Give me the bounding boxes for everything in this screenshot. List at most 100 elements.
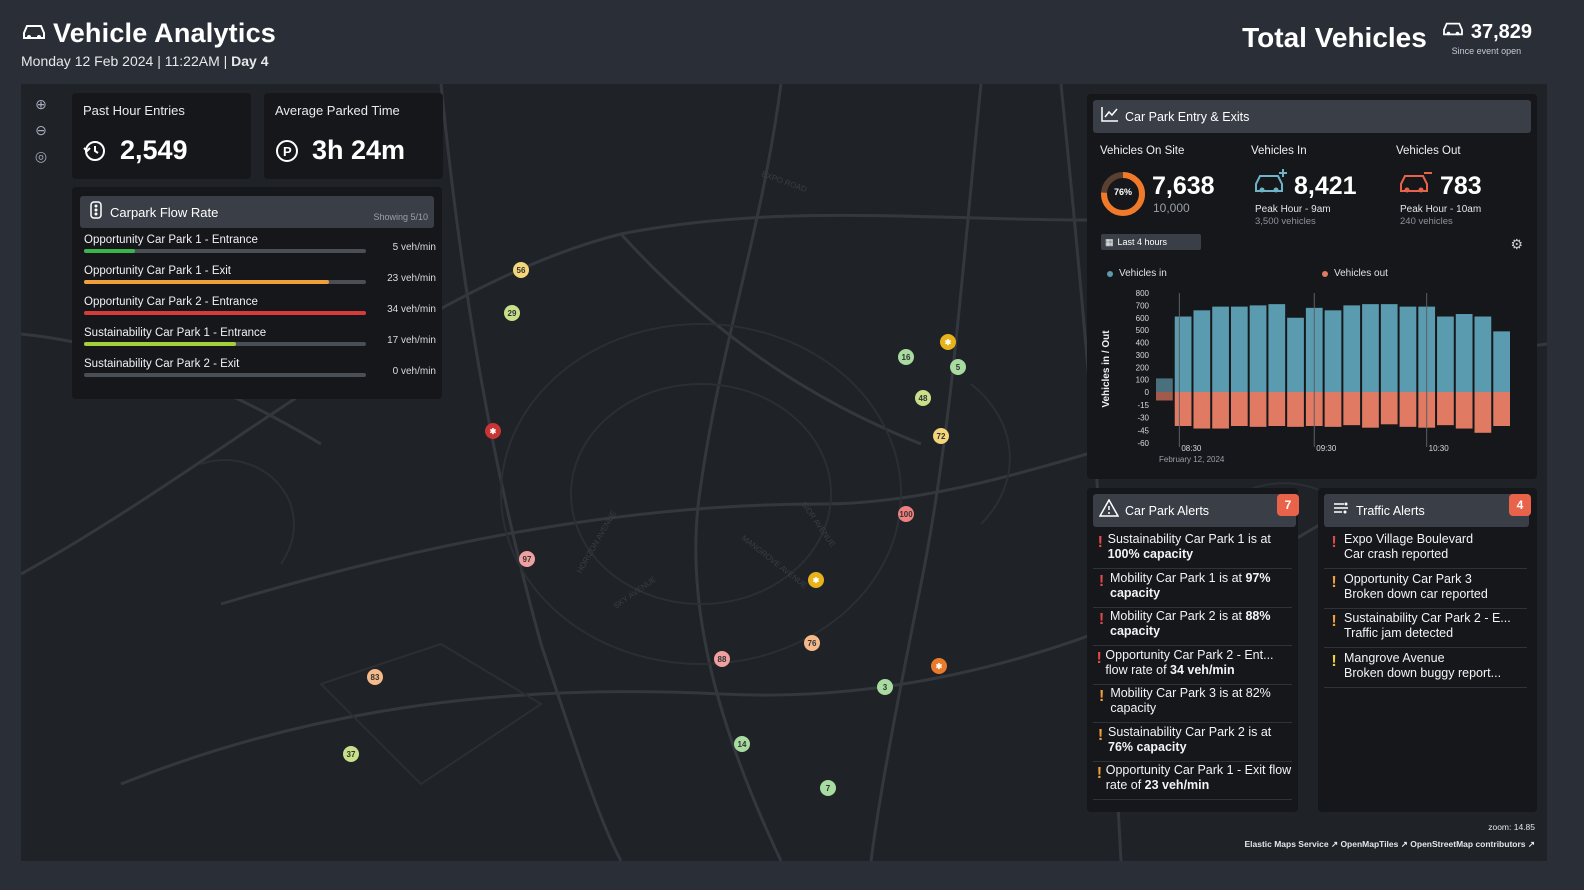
bar-vehicles-in (1493, 331, 1510, 392)
y-tick-label: -15 (1137, 401, 1149, 410)
carpark-flow-panel: Carpark Flow Rate Showing 5/10 Opportuni… (72, 187, 442, 399)
external-link-icon: ↗ (1400, 839, 1408, 849)
flow-row: Sustainability Car Park 1 - Entrance 17 v… (84, 327, 436, 346)
parking-icon: P (274, 139, 300, 168)
alert-text: Expo Village Boulevard Car crash reported (1344, 532, 1474, 561)
x-tick-label: 09:30 (1316, 444, 1337, 453)
bar-vehicles-in (1343, 305, 1361, 392)
y-tick-label: 800 (1136, 289, 1150, 298)
alert-exclamation-icon: ! (1331, 613, 1337, 630)
bar-vehicles-out (1343, 392, 1361, 426)
car-park-marker[interactable]: 56 (513, 262, 529, 278)
y-tick-label: 200 (1136, 363, 1150, 372)
map-attribution: Elastic Maps Service ↗ OpenMapTiles ↗ Op… (1244, 839, 1535, 850)
car-park-alert-item[interactable]: ! Sustainability Car Park 2 is at 76% cap… (1093, 725, 1292, 762)
bar-vehicles-out (1174, 392, 1192, 426)
traffic-light-icon (90, 200, 102, 224)
alert-exclamation-icon: ! (1331, 534, 1337, 551)
crash-marker-icon[interactable]: ✱ (485, 423, 501, 439)
map[interactable]: EXPO ROAD SIDR AVENUE HORIZON AVENUE SKY… (21, 84, 1547, 861)
alert-text: Opportunity Car Park 2 - Ent... flow rat… (1105, 647, 1274, 677)
legend-dot (1107, 270, 1113, 277)
traffic-alert-item[interactable]: ! Mangrove Avenue Broken down buggy report… (1324, 651, 1527, 688)
vehicles-out-value: 783 (1440, 172, 1482, 200)
map-zoom-controls: ⊕ ⊖ ◎ (33, 96, 49, 164)
bar-vehicles-out (1399, 392, 1417, 427)
traffic-alert-item[interactable]: ! Opportunity Car Park 3 Broken down car r… (1324, 572, 1527, 609)
bar-vehicles-in (1249, 305, 1267, 392)
traffic-marker-icon[interactable]: ✱ (931, 658, 947, 674)
zoom-readout: zoom: 14.85 (1488, 822, 1535, 832)
zoom-in-icon[interactable]: ⊕ (33, 96, 49, 112)
attribution-link[interactable]: Elastic Maps Service (1244, 839, 1328, 849)
traffic-alert-item[interactable]: ! Sustainability Car Park 2 - E... Traffic… (1324, 611, 1527, 648)
total-vehicles-box: 37,829 Since event open (1441, 20, 1532, 56)
bar-vehicles-out (1324, 392, 1342, 427)
car-park-alert-item[interactable]: ! Mobility Car Park 2 is at 88% capacity (1093, 609, 1292, 646)
y-tick-label: 700 (1136, 301, 1150, 310)
car-park-marker[interactable]: 29 (504, 305, 520, 321)
flow-row-rate: 5 veh/min (392, 242, 436, 253)
car-park-marker[interactable]: 7 (820, 780, 836, 796)
car-park-alerts-header: Car Park Alerts (1093, 494, 1296, 527)
car-park-marker[interactable]: 88 (714, 651, 730, 667)
on-site-pct: 76% (1113, 187, 1132, 197)
alert-text: Sustainability Car Park 1 is at 100% cap… (1107, 532, 1271, 561)
traffic-marker-icon[interactable]: ✱ (940, 334, 956, 350)
total-vehicles-value: 37,829 (1470, 20, 1532, 43)
car-park-marker[interactable]: 37 (343, 746, 359, 762)
attribution-link[interactable]: OpenStreetMap contributors (1410, 839, 1525, 849)
alert-text: Mobility Car Park 1 is at 97% capacity (1110, 570, 1271, 600)
alert-text: Opportunity Car Park 3 Broken down car re… (1344, 571, 1488, 601)
entry-exit-chart: 800 700 600 500 400 300 200 100 0 -15 -30 -45 -60 Veh… (1101, 289, 1510, 464)
zoom-out-icon[interactable]: ⊖ (33, 122, 49, 138)
kpi-label: Average Parked Time (275, 103, 400, 118)
vehicles-out-peak: Peak Hour - 10am (1400, 204, 1482, 215)
traffic-alert-item[interactable]: ! Expo Village Boulevard Car crash reporte… (1324, 532, 1527, 569)
legend-label: Vehicles in (1119, 268, 1167, 279)
compass-icon[interactable]: ◎ (33, 148, 49, 164)
header-right: Total Vehicles 37,829 Since event open (1242, 20, 1532, 57)
page-title: Vehicle Analytics (21, 18, 276, 49)
bar-vehicles-out (1249, 392, 1267, 427)
car-park-marker[interactable]: 3 (877, 679, 893, 695)
car-park-alert-item[interactable]: ! Opportunity Car Park 1 - Exit flow rate… (1093, 763, 1292, 800)
time-range-selector[interactable]: ▦ Last 4 hours (1101, 234, 1201, 250)
car-park-alert-item[interactable]: ! Opportunity Car Park 2 - Ent... flow ra… (1093, 648, 1292, 685)
car-park-marker[interactable]: 5 (950, 359, 966, 375)
alert-exclamation-icon: ! (1097, 726, 1104, 744)
bar-vehicles-out (1193, 392, 1211, 429)
legend-vehicles-in: Vehicles in (1107, 268, 1167, 279)
car-park-marker[interactable]: 16 (898, 349, 914, 365)
bar-vehicles-in (1212, 306, 1229, 392)
alert-text: Sustainability Car Park 2 - E... Traffic … (1344, 611, 1511, 640)
bar-vehicles-in (1380, 304, 1398, 392)
car-park-marker[interactable]: 97 (519, 551, 535, 567)
external-link-icon: ↗ (1527, 839, 1535, 849)
car-park-marker[interactable]: 14 (734, 736, 750, 752)
alert-exclamation-icon: ! (1331, 573, 1337, 591)
alert-exclamation-icon: ! (1331, 652, 1337, 670)
car-park-marker[interactable]: 48 (915, 390, 931, 406)
alert-text: Mobility Car Park 2 is at 88% capacity (1110, 609, 1271, 638)
y-tick-label: -45 (1137, 426, 1149, 435)
flow-row-fill (84, 249, 135, 253)
car-park-marker[interactable]: 76 (804, 635, 820, 651)
traffic-alerts-title: Traffic Alerts (1356, 503, 1425, 518)
car-park-alerts-title: Car Park Alerts (1125, 503, 1210, 518)
vehicles-in-value: 8,421 (1294, 172, 1357, 200)
flow-row-rate: 34 veh/min (387, 304, 436, 315)
car-park-marker[interactable]: 100 (898, 506, 914, 522)
car-park-marker[interactable]: 72 (933, 428, 949, 444)
car-park-alert-item[interactable]: ! Mobility Car Park 3 is at 82% capacity (1093, 686, 1292, 723)
alert-exclamation-icon: ! (1096, 765, 1103, 782)
car-park-alert-item[interactable]: ! Sustainability Car Park 1 is at 100% ca… (1093, 532, 1292, 569)
kpi-label: Past Hour Entries (83, 103, 185, 118)
car-park-marker[interactable]: 83 (367, 669, 383, 685)
traffic-marker-icon[interactable]: ✱ (808, 572, 824, 588)
day-text: Day 4 (231, 53, 269, 69)
bar-vehicles-in (1324, 310, 1342, 392)
car-park-alert-item[interactable]: ! Mobility Car Park 1 is at 97% capacity (1093, 571, 1292, 608)
attribution-link[interactable]: OpenMapTiles (1340, 839, 1398, 849)
settings-gear-icon[interactable]: ⚙ (1510, 236, 1523, 253)
